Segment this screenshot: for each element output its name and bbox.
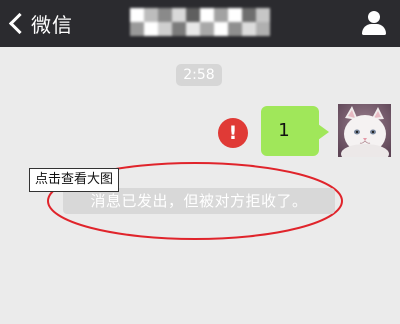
avatar[interactable] xyxy=(338,104,391,157)
cat-avatar-image xyxy=(338,104,391,157)
back-label: 微信 xyxy=(31,12,73,37)
mosaic-tile xyxy=(200,22,214,36)
mosaic-tile xyxy=(256,22,270,36)
blurred-contact-name xyxy=(130,8,270,36)
mosaic-tile xyxy=(242,8,256,22)
bubble-tail xyxy=(318,124,329,140)
mosaic-tile xyxy=(228,8,242,22)
chat-screen: 微信 2:58 ! 1 消息已发出，但被对方拒收了。 点击查看大图 xyxy=(0,0,400,324)
chevron-left-icon xyxy=(8,12,31,34)
back-button[interactable]: 微信 xyxy=(4,6,73,40)
red-ellipse-annotation xyxy=(47,162,343,240)
mosaic-tile xyxy=(158,22,172,36)
mosaic-tile xyxy=(144,8,158,22)
mosaic-tile xyxy=(242,22,256,36)
message-timestamp: 2:58 xyxy=(176,64,222,86)
mosaic-tile xyxy=(130,8,144,22)
mosaic-tile xyxy=(214,22,228,36)
mosaic-tile xyxy=(144,22,158,36)
mosaic-tile xyxy=(256,8,270,22)
mosaic-tile xyxy=(158,8,172,22)
message-bubble[interactable]: 1 xyxy=(261,106,319,156)
message-text: 1 xyxy=(278,120,290,141)
mosaic-tile xyxy=(172,22,186,36)
mosaic-tile xyxy=(130,22,144,36)
mosaic-tile xyxy=(186,22,200,36)
mosaic-tile xyxy=(172,8,186,22)
mosaic-tile xyxy=(200,8,214,22)
mosaic-tile xyxy=(186,8,200,22)
contact-profile-button[interactable] xyxy=(362,11,386,35)
mosaic-tile xyxy=(228,22,242,36)
navigation-bar: 微信 xyxy=(0,0,400,47)
mosaic-tile xyxy=(214,8,228,22)
send-failed-icon[interactable]: ! xyxy=(218,118,248,148)
view-image-tooltip: 点击查看大图 xyxy=(29,168,120,192)
